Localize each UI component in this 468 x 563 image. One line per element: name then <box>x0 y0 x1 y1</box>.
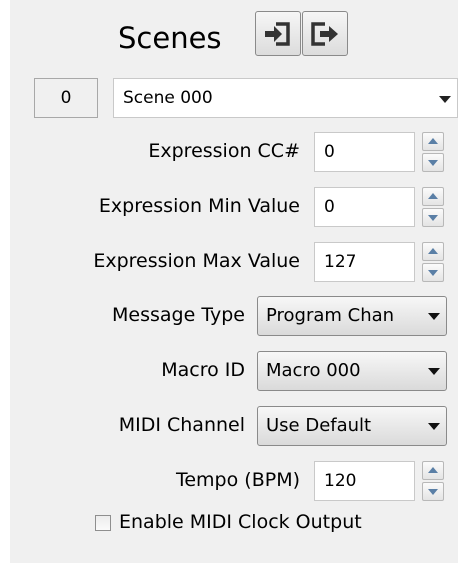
expression-min-label: Expression Min Value <box>98 195 300 217</box>
midi-channel-select[interactable]: Use Default <box>257 406 447 446</box>
midi-channel-label: MIDI Channel <box>118 414 245 436</box>
message-type-label: Message Type <box>112 304 245 326</box>
expression-min-input[interactable]: 0 <box>314 187 415 227</box>
arrow-down-icon <box>428 270 438 276</box>
arrow-down-icon <box>428 489 438 495</box>
increment-button[interactable] <box>422 242 444 261</box>
decrement-button[interactable] <box>422 263 444 282</box>
expression-max-spinner[interactable] <box>422 242 444 282</box>
expression-cc-label: Expression CC# <box>148 140 300 162</box>
expression-max-input[interactable]: 127 <box>314 242 415 282</box>
scene-index: 0 <box>34 78 98 118</box>
scenes-panel: Scenes 0 Scene 000 Expression CC# 0 Expr… <box>10 0 458 563</box>
decrement-button[interactable] <box>422 482 444 501</box>
midi-channel-value: Use Default <box>266 415 372 436</box>
expression-min-spinner[interactable] <box>422 187 444 227</box>
message-type-select[interactable]: Program Chan <box>257 296 447 336</box>
arrow-down-icon <box>428 215 438 221</box>
chevron-down-icon <box>428 368 440 375</box>
increment-button[interactable] <box>422 132 444 151</box>
tempo-spinner[interactable] <box>422 461 444 501</box>
decrement-button[interactable] <box>422 208 444 227</box>
expression-cc-input[interactable]: 0 <box>314 132 415 172</box>
scene-select-value: Scene 000 <box>123 88 213 108</box>
panel-title: Scenes <box>118 21 222 55</box>
macro-id-label: Macro ID <box>161 359 245 381</box>
chevron-down-icon <box>428 313 440 320</box>
midi-clock-checkbox[interactable] <box>95 515 111 531</box>
export-icon <box>311 22 338 46</box>
increment-button[interactable] <box>422 461 444 480</box>
import-icon <box>265 22 290 46</box>
chevron-down-icon <box>428 423 440 430</box>
increment-button[interactable] <box>422 187 444 206</box>
message-type-value: Program Chan <box>266 305 395 326</box>
arrow-up-icon <box>428 193 438 199</box>
arrow-down-icon <box>428 160 438 166</box>
macro-id-select[interactable]: Macro 000 <box>257 351 447 391</box>
scene-select[interactable]: Scene 000 <box>113 78 458 118</box>
export-button[interactable] <box>302 11 348 56</box>
arrow-up-icon <box>428 467 438 473</box>
midi-clock-label[interactable]: Enable MIDI Clock Output <box>119 510 362 534</box>
macro-id-value: Macro 000 <box>266 360 361 381</box>
chevron-down-icon <box>439 96 451 103</box>
arrow-up-icon <box>428 248 438 254</box>
decrement-button[interactable] <box>422 153 444 172</box>
tempo-input[interactable]: 120 <box>314 461 415 501</box>
arrow-up-icon <box>428 138 438 144</box>
import-button[interactable] <box>255 11 301 56</box>
tempo-label: Tempo (BPM) <box>175 469 300 491</box>
expression-cc-spinner[interactable] <box>422 132 444 172</box>
expression-max-label: Expression Max Value <box>93 250 300 272</box>
